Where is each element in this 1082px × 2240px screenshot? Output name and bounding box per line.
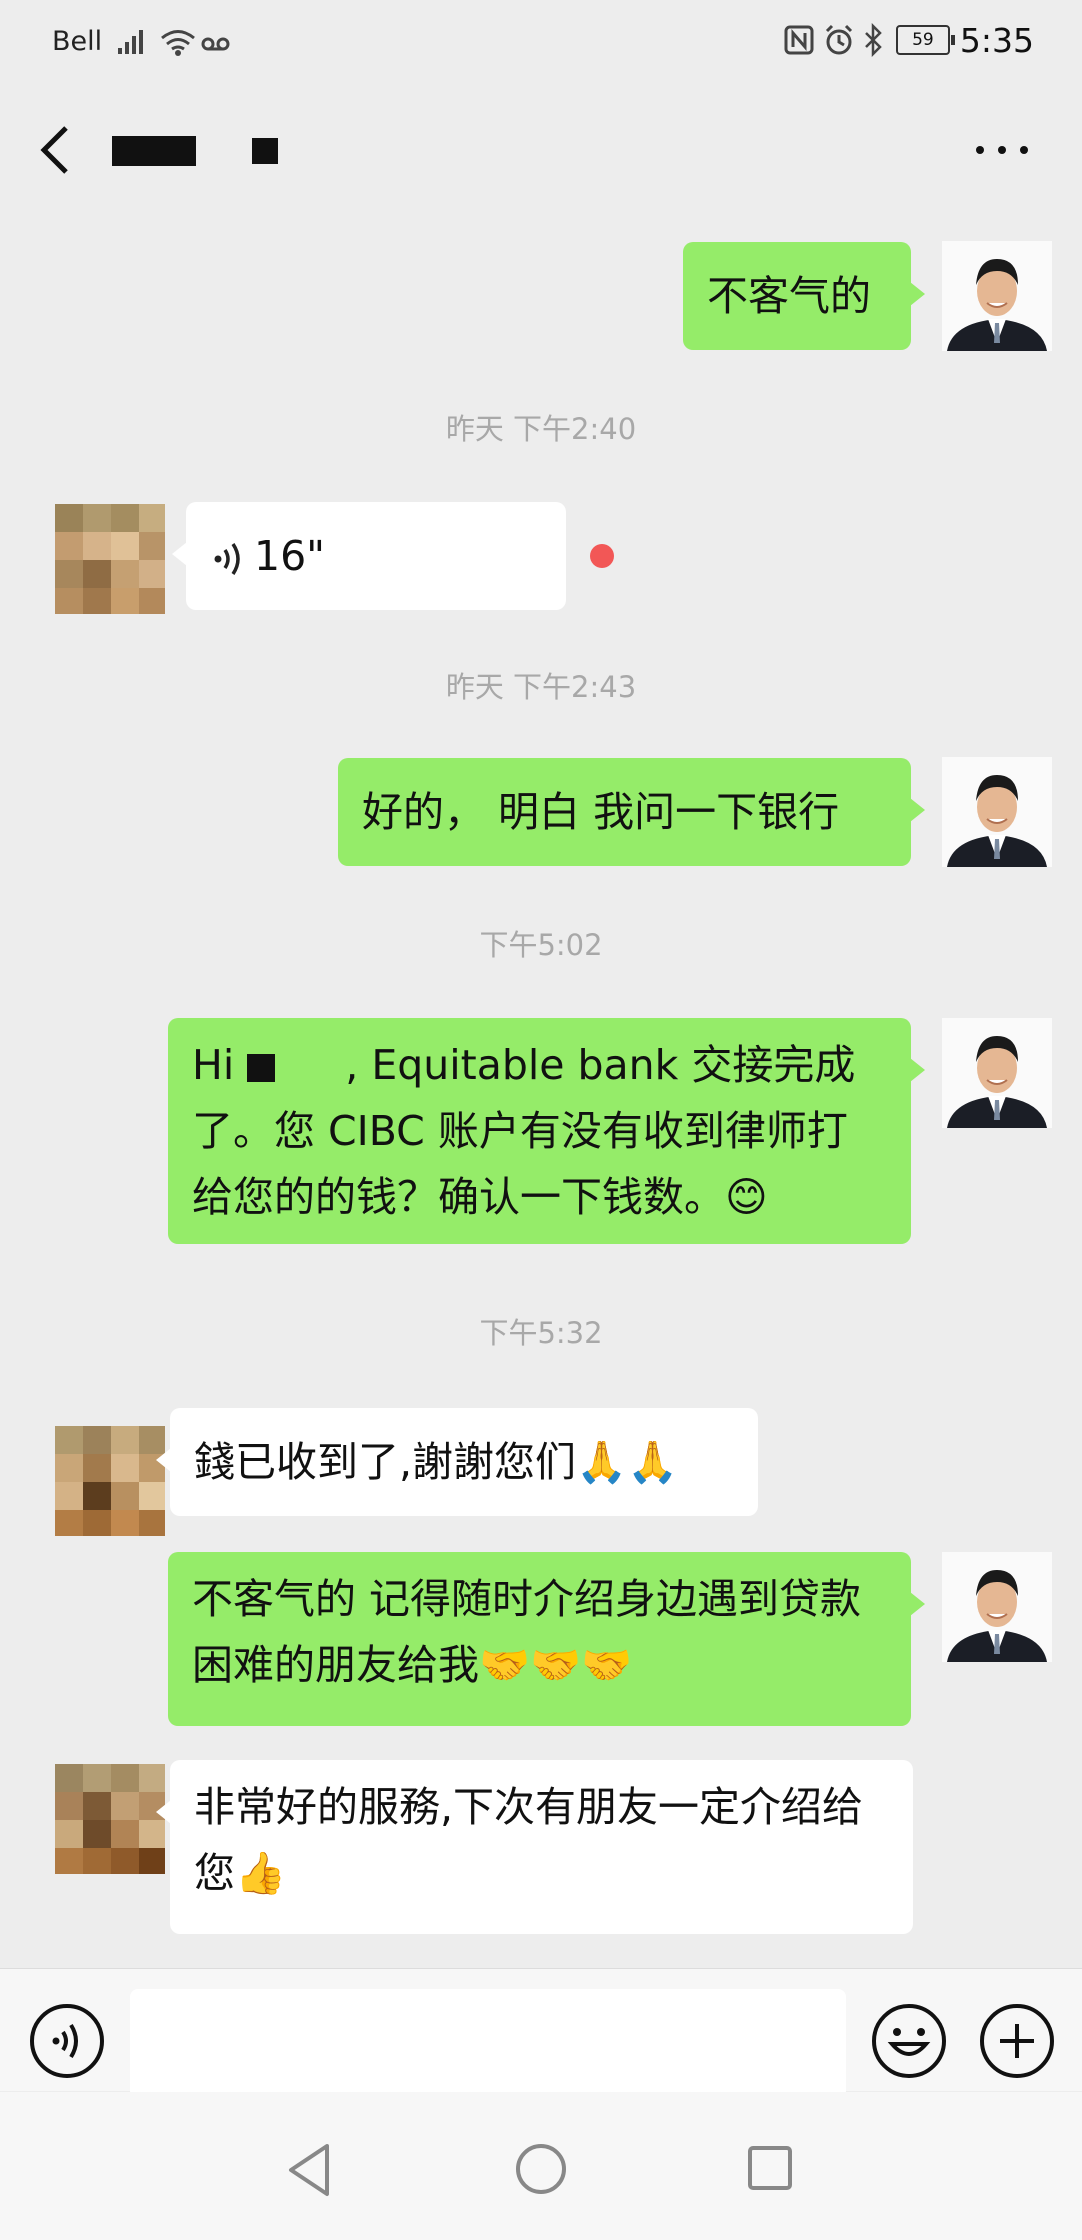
unread-dot (590, 544, 614, 568)
received-message[interactable]: 錢已收到了,謝謝您们🙏🙏 (156, 1408, 758, 1516)
message-input[interactable] (130, 1989, 846, 2099)
chat-header (0, 80, 1082, 210)
bluetooth-icon (865, 23, 882, 57)
carrier-label: Bell (52, 26, 103, 57)
thumbs-up-emoji: 👍 (235, 1849, 287, 1897)
my-avatar[interactable] (942, 1552, 1052, 1662)
clock: 5:35 (959, 20, 1034, 60)
redacted-contact-name-2 (252, 138, 278, 164)
nfc-icon (784, 25, 814, 55)
signal-wifi-voicemail-icons (118, 30, 230, 56)
nav-recents-icon[interactable] (746, 2144, 794, 2192)
input-bar (0, 1968, 1082, 2099)
timestamp: 昨天 下午2:40 (445, 412, 637, 446)
system-navigation (0, 2092, 1082, 2240)
timestamp: 下午5:32 (479, 1316, 603, 1350)
plus-icon[interactable] (978, 2002, 1056, 2080)
voice-icon[interactable] (28, 2002, 106, 2080)
redacted-name (247, 1054, 276, 1082)
emoji-icon[interactable] (870, 2002, 948, 2080)
status-bar: Bell 59 5:35 (0, 0, 1082, 80)
sent-message[interactable]: 好的， 明白 我问一下银行 (338, 758, 925, 866)
sent-message[interactable]: Hi , Equitable bank 交接完成了。您 CIBC 账户有没有收到… (168, 1018, 925, 1244)
battery-icon: 59 (895, 25, 955, 55)
my-avatar[interactable] (942, 241, 1052, 351)
timestamp: 昨天 下午2:43 (445, 670, 637, 704)
chat-area[interactable]: 不客气的 昨天 下午2:40 16" 昨天 下午2:43 好的， 明白 我问一下… (0, 210, 1082, 1970)
my-avatar[interactable] (942, 757, 1052, 867)
pray-emoji: 🙏🙏 (576, 1438, 679, 1486)
handshake-emoji: 🤝🤝🤝 (479, 1641, 633, 1689)
voice-wave-icon (214, 543, 240, 575)
redacted-contact-name (112, 136, 196, 166)
received-message[interactable]: 非常好的服務,下次有朋友一定介绍给您👍 (156, 1760, 913, 1934)
voice-message[interactable]: 16" (172, 502, 566, 610)
contact-avatar[interactable] (55, 504, 165, 614)
my-avatar[interactable] (942, 1018, 1052, 1128)
nav-home-icon[interactable] (514, 2142, 568, 2196)
sent-message[interactable]: 不客气的 (683, 242, 925, 350)
contact-avatar[interactable] (55, 1426, 165, 1536)
back-icon[interactable] (30, 120, 82, 180)
sent-message[interactable]: 不客气的 记得随时介绍身边遇到贷款困难的朋友给我🤝🤝🤝 (168, 1552, 925, 1726)
signal-icon (118, 30, 143, 54)
smile-emoji: 😊 (725, 1173, 768, 1221)
timestamp: 下午5:02 (479, 928, 603, 962)
status-right: 59 5:35 (784, 20, 1034, 60)
alarm-icon (825, 24, 852, 55)
wifi-icon (161, 30, 195, 51)
more-icon[interactable] (972, 140, 1032, 160)
voicemail-icon (201, 37, 230, 51)
nav-back-icon[interactable] (285, 2142, 335, 2198)
contact-avatar[interactable] (55, 1764, 165, 1874)
